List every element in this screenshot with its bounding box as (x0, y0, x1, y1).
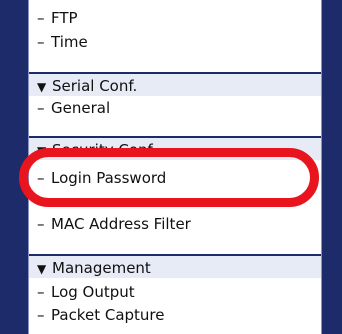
bullet-dash: – (37, 215, 45, 233)
section-header-serial[interactable]: ▼ Serial Conf. (29, 72, 321, 96)
section-label: Serial Conf. (52, 77, 138, 95)
menu-item-label: MAC Address Filter (51, 215, 191, 233)
bullet-dash: – (37, 99, 45, 117)
menu-item-ftp[interactable]: – FTP (37, 8, 78, 28)
menu-item-general[interactable]: – General (37, 98, 110, 118)
menu-item-label: Time (51, 33, 88, 51)
menu-item-packet-capture[interactable]: – Packet Capture (37, 305, 164, 325)
menu-item-label: General (51, 99, 111, 117)
menu-item-log-output[interactable]: – Log Output (37, 282, 135, 302)
expand-triangle-icon: ▼ (37, 80, 47, 94)
menu-item-label: Log Output (51, 283, 135, 301)
bullet-dash: – (37, 33, 45, 51)
menu-item-mac-address-filter[interactable]: – MAC Address Filter (37, 214, 191, 234)
section-title: ▼ Management (37, 258, 151, 279)
right-frame-bar (322, 0, 342, 334)
menu-item-label: FTP (51, 9, 78, 27)
bullet-dash: – (37, 306, 45, 324)
section-label: Management (52, 259, 151, 277)
expand-triangle-icon: ▼ (37, 262, 47, 276)
section-title: ▼ Serial Conf. (37, 76, 137, 97)
menu-item-label: Packet Capture (51, 306, 165, 324)
highlight-annotation-oval (19, 148, 319, 207)
bullet-dash: – (37, 283, 45, 301)
bullet-dash: – (37, 9, 45, 27)
menu-item-time[interactable]: – Time (37, 32, 88, 52)
section-header-management[interactable]: ▼ Management (29, 254, 321, 278)
